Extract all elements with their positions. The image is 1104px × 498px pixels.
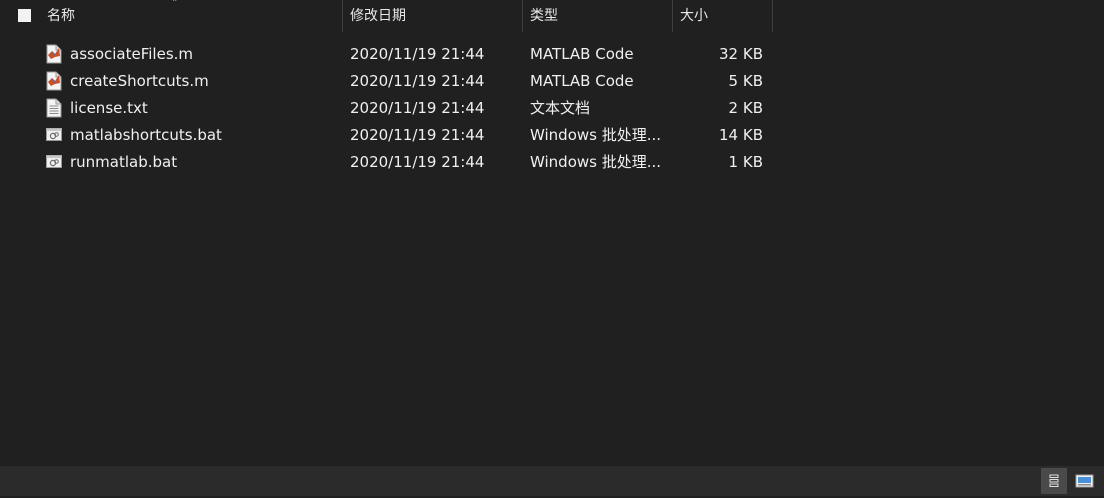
select-all-checkbox[interactable] — [18, 9, 31, 22]
file-name: matlabshortcuts.bat — [70, 126, 222, 144]
file-type: Windows 批处理... — [530, 126, 662, 144]
matlab-file-icon — [46, 44, 62, 64]
file-size: 1 KB — [728, 153, 763, 171]
file-date-modified: 2020/11/19 21:44 — [350, 45, 485, 63]
file-type: MATLAB Code — [530, 45, 634, 63]
file-row[interactable]: matlabshortcuts.bat 2020/11/19 21:44 Windo… — [0, 122, 1104, 149]
file-row[interactable]: createShortcuts.m 2020/11/19 21:44 MATLAB … — [0, 68, 1104, 95]
file-date-modified: 2020/11/19 21:44 — [350, 99, 485, 117]
column-divider[interactable] — [522, 0, 523, 32]
sort-ascending-icon: ˄ — [172, 0, 178, 10]
column-header-size[interactable]: 大小 — [680, 0, 708, 32]
file-date-modified: 2020/11/19 21:44 — [350, 126, 485, 144]
file-size: 2 KB — [728, 99, 763, 117]
large-icons-view-button[interactable] — [1071, 468, 1097, 494]
file-size: 32 KB — [719, 45, 763, 63]
batch-file-icon — [46, 152, 62, 172]
column-divider[interactable] — [672, 0, 673, 32]
large-icons-view-icon — [1075, 474, 1094, 488]
column-header-name[interactable]: 名称 — [47, 0, 75, 32]
column-header-date-modified[interactable]: 修改日期 — [350, 0, 406, 32]
column-divider[interactable] — [342, 0, 343, 32]
file-type: 文本文档 — [530, 99, 591, 117]
file-name: createShortcuts.m — [70, 72, 209, 90]
column-divider[interactable] — [772, 0, 773, 32]
details-view-button[interactable] — [1041, 468, 1067, 494]
file-size: 5 KB — [728, 72, 763, 90]
file-name: runmatlab.bat — [70, 153, 178, 171]
file-date-modified: 2020/11/19 21:44 — [350, 72, 485, 90]
text-file-icon — [46, 98, 62, 118]
file-size: 14 KB — [719, 126, 763, 144]
file-type: Windows 批处理... — [530, 153, 662, 171]
column-header-bar: ˄ 名称 修改日期 类型 大小 — [0, 0, 1104, 32]
status-bar — [0, 466, 1104, 496]
details-view-icon — [1049, 474, 1059, 487]
file-date-modified: 2020/11/19 21:44 — [350, 153, 485, 171]
file-type: MATLAB Code — [530, 72, 634, 90]
file-name: associateFiles.m — [70, 45, 194, 63]
column-header-type[interactable]: 类型 — [530, 0, 558, 32]
batch-file-icon — [46, 125, 62, 145]
file-row[interactable]: associateFiles.m 2020/11/19 21:44 MATLAB C… — [0, 41, 1104, 68]
file-name: license.txt — [70, 99, 148, 117]
file-row[interactable]: runmatlab.bat 2020/11/19 21:44 Windows 批处理… — [0, 149, 1104, 176]
file-row[interactable]: license.txt 2020/11/19 21:44 文本文档 2 KB — [0, 95, 1104, 122]
matlab-file-icon — [46, 71, 62, 91]
